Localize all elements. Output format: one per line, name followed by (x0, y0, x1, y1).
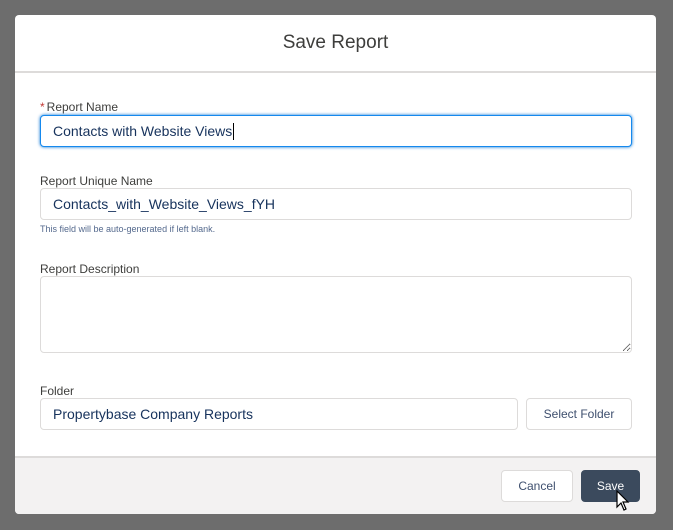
report-name-input[interactable]: Contacts with Website Views (40, 115, 632, 147)
unique-name-label: Report Unique Name (40, 174, 153, 188)
report-name-value: Contacts with Website Views (53, 123, 233, 139)
report-name-label: * Report Name (40, 100, 118, 114)
dialog-title: Save Report (282, 32, 389, 53)
save-button[interactable]: Save (581, 470, 640, 502)
cancel-button[interactable]: Cancel (501, 470, 573, 502)
description-textarea[interactable] (40, 276, 632, 353)
mouse-pointer-icon (616, 490, 630, 511)
dialog-footer: Cancel Save (15, 456, 656, 514)
save-report-dialog: Save Report * Report Name Contacts with W… (15, 15, 656, 514)
dialog-header: Save Report (15, 15, 656, 73)
dialog-body: * Report Name Contacts with Website Views… (15, 73, 656, 457)
unique-name-input[interactable]: Contacts_with_Website_Views_fYH (40, 188, 632, 220)
description-label: Report Description (40, 262, 140, 276)
unique-name-value: Contacts_with_Website_Views_fYH (53, 196, 276, 212)
folder-input[interactable]: Propertybase Company Reports (40, 398, 518, 430)
text-caret (233, 122, 235, 140)
select-folder-button[interactable]: Select Folder (526, 398, 632, 430)
folder-value: Propertybase Company Reports (53, 406, 253, 422)
unique-name-help: This field will be auto-generated if lef… (40, 224, 216, 234)
required-marker: * (40, 100, 45, 114)
folder-label: Folder (40, 384, 75, 398)
report-name-label-text: Report Name (46, 100, 119, 114)
